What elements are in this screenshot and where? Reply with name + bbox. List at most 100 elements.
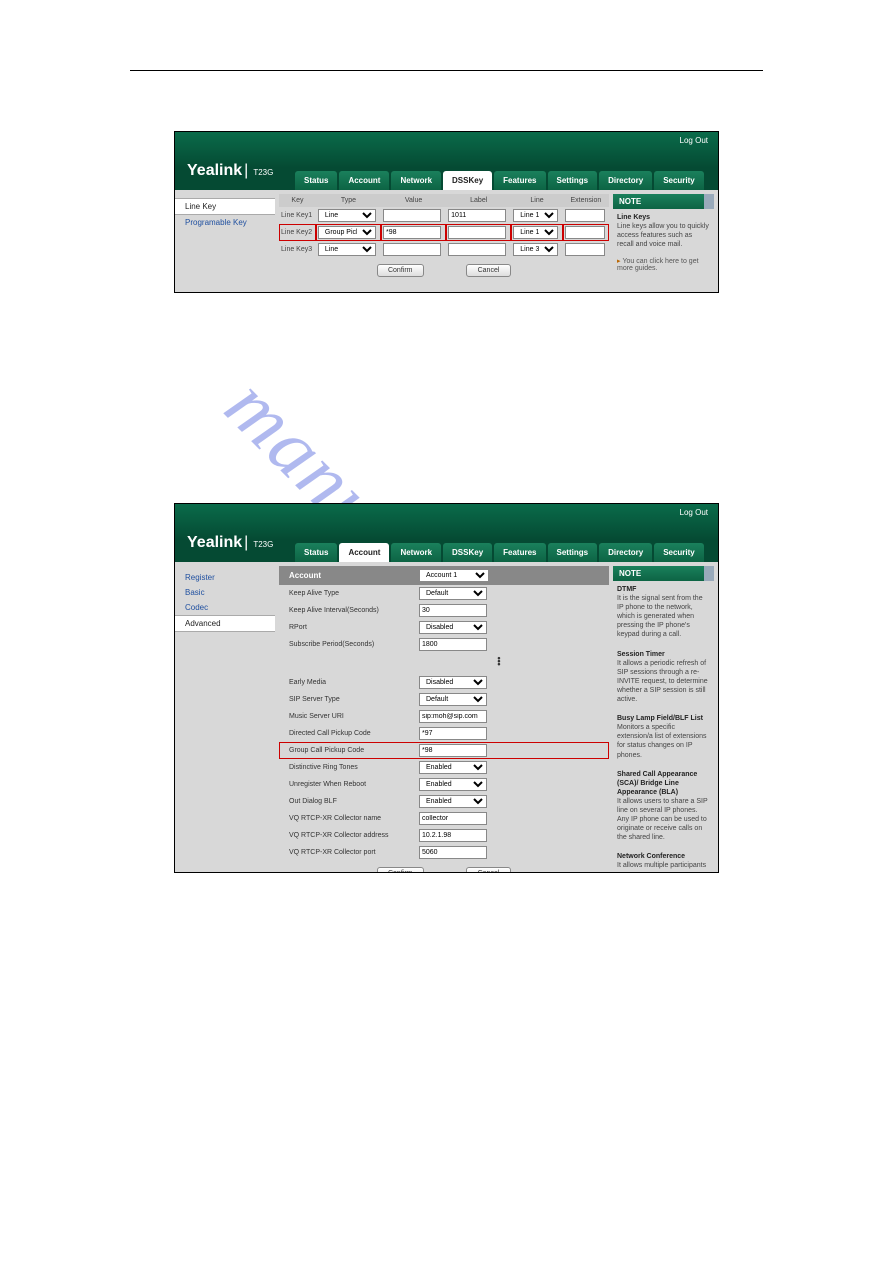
note-block: Session TimerIt allows a periodic refres…	[613, 646, 714, 711]
setting-row: Out Dialog BLFEnabled	[279, 793, 609, 810]
account-label: Account	[289, 571, 419, 580]
tab-status[interactable]: Status	[295, 543, 337, 562]
setting-select[interactable]: Enabled	[419, 761, 487, 774]
setting-row: Music Server URI	[279, 708, 609, 725]
note-block: Shared Call Appearance (SCA)/ Bridge Lin…	[613, 766, 714, 849]
sidebar: Line KeyProgramable Key	[175, 190, 275, 292]
setting-label: RPort	[289, 624, 419, 631]
tab-features[interactable]: Features	[494, 543, 545, 562]
setting-row: Distinctive Ring TonesEnabled	[279, 759, 609, 776]
extension-input[interactable]	[565, 209, 605, 222]
tab-status[interactable]: Status	[295, 171, 337, 190]
account-header: Account Account 1	[279, 566, 609, 585]
setting-input[interactable]	[419, 638, 487, 651]
tab-account[interactable]: Account	[339, 171, 389, 190]
line-select[interactable]: Line 1	[513, 226, 558, 239]
tab-settings[interactable]: Settings	[548, 171, 598, 190]
type-select[interactable]: Line	[318, 243, 376, 256]
value-input[interactable]	[383, 243, 441, 256]
note-header: NOTE	[613, 194, 714, 209]
setting-input[interactable]	[419, 812, 487, 825]
tab-dsskey[interactable]: DSSKey	[443, 543, 492, 562]
confirm-button[interactable]: Confirm	[377, 264, 424, 277]
note-text: Monitors a specific extension/a list of …	[617, 724, 707, 758]
tab-settings[interactable]: Settings	[548, 543, 598, 562]
note-title: Network Conference	[617, 852, 710, 861]
setting-row: RPortDisabled	[279, 619, 609, 636]
tab-features[interactable]: Features	[494, 171, 545, 190]
tab-network[interactable]: Network	[391, 171, 441, 190]
setting-select[interactable]: Enabled	[419, 778, 487, 791]
column-header: Label	[446, 194, 511, 207]
column-header: Value	[381, 194, 446, 207]
line-select[interactable]: Line 3	[513, 243, 558, 256]
setting-select[interactable]: Default	[419, 693, 487, 706]
sidebar-item-line-key[interactable]: Line Key	[175, 198, 275, 215]
tab-account[interactable]: Account	[339, 543, 389, 562]
note-text: It is the signal sent from the IP phone …	[617, 595, 703, 638]
setting-label: Subscribe Period(Seconds)	[289, 641, 419, 648]
setting-row: SIP Server TypeDefault	[279, 691, 609, 708]
account-select[interactable]: Account 1	[419, 569, 489, 582]
logout-link[interactable]: Log Out	[680, 508, 708, 517]
tab-directory[interactable]: Directory	[599, 543, 652, 562]
sidebar-item-advanced[interactable]: Advanced	[175, 615, 275, 632]
brand-logo: Yealink|T23G	[187, 162, 273, 180]
tab-network[interactable]: Network	[391, 543, 441, 562]
setting-input[interactable]	[419, 846, 487, 859]
sidebar-item-basic[interactable]: Basic	[175, 585, 275, 600]
setting-row: Subscribe Period(Seconds)	[279, 636, 609, 653]
brand-model: T23G	[253, 168, 273, 177]
setting-select[interactable]: Disabled	[419, 676, 487, 689]
label-input[interactable]	[448, 243, 506, 256]
sidebar-item-register[interactable]: Register	[175, 570, 275, 585]
column-header: Line	[511, 194, 562, 207]
setting-select[interactable]: Enabled	[419, 795, 487, 808]
note-panel: NOTE DTMFIt is the signal sent from the …	[613, 562, 718, 872]
label-input[interactable]	[448, 209, 506, 222]
setting-row: Keep Alive Interval(Seconds)	[279, 602, 609, 619]
extension-input[interactable]	[565, 243, 605, 256]
cancel-button[interactable]: Cancel	[466, 867, 511, 873]
tab-dsskey[interactable]: DSSKey	[443, 171, 492, 190]
setting-row: VQ RTCP-XR Collector name	[279, 810, 609, 827]
cancel-button[interactable]: Cancel	[466, 264, 511, 277]
brand-model: T23G	[253, 540, 273, 549]
logout-link[interactable]: Log Out	[680, 136, 708, 145]
setting-label: Directed Call Pickup Code	[289, 730, 419, 737]
note-block: Network ConferenceIt allows multiple par…	[613, 848, 714, 873]
setting-select[interactable]: Default	[419, 587, 487, 600]
setting-input[interactable]	[419, 727, 487, 740]
confirm-button[interactable]: Confirm	[377, 867, 424, 873]
brand-name: Yealink	[187, 162, 242, 179]
tab-directory[interactable]: Directory	[599, 171, 652, 190]
column-header: Extension	[563, 194, 609, 207]
setting-select[interactable]: Disabled	[419, 621, 487, 634]
note-header: NOTE	[613, 566, 714, 581]
setting-label: Keep Alive Interval(Seconds)	[289, 607, 419, 614]
dsskey-table: KeyTypeValueLabelLineExtension Line Key1…	[279, 194, 609, 258]
value-input[interactable]	[383, 226, 441, 239]
extension-input[interactable]	[565, 226, 605, 239]
label-input[interactable]	[448, 226, 506, 239]
setting-input[interactable]	[419, 604, 487, 617]
tab-security[interactable]: Security	[654, 171, 704, 190]
setting-label: Unregister When Reboot	[289, 781, 419, 788]
setting-label: Music Server URI	[289, 713, 419, 720]
setting-label: SIP Server Type	[289, 696, 419, 703]
setting-input[interactable]	[419, 710, 487, 723]
setting-input[interactable]	[419, 744, 487, 757]
type-select[interactable]: Line	[318, 209, 376, 222]
type-select[interactable]: Group Pickup	[318, 226, 376, 239]
row-key: Line Key1	[279, 207, 316, 224]
value-input[interactable]	[383, 209, 441, 222]
setting-input[interactable]	[419, 829, 487, 842]
line-key-row: Line Key2Group Pickup Line 1	[279, 224, 609, 241]
brand-logo: Yealink|T23G	[187, 534, 273, 552]
tab-security[interactable]: Security	[654, 543, 704, 562]
sidebar-item-programable-key[interactable]: Programable Key	[175, 215, 275, 230]
line-select[interactable]: Line 1	[513, 209, 558, 222]
row-key: Line Key2	[279, 224, 316, 241]
setting-label: VQ RTCP-XR Collector name	[289, 815, 419, 822]
sidebar-item-codec[interactable]: Codec	[175, 600, 275, 615]
